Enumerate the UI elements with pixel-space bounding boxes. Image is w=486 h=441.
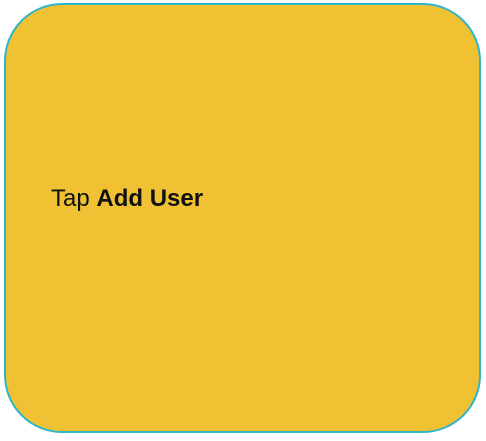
instruction-prefix: Tap: [51, 185, 97, 212]
instruction-card: Tap Add User: [4, 3, 481, 433]
instruction-text: Tap Add User: [51, 185, 203, 213]
add-user-label: Add User: [96, 185, 204, 212]
